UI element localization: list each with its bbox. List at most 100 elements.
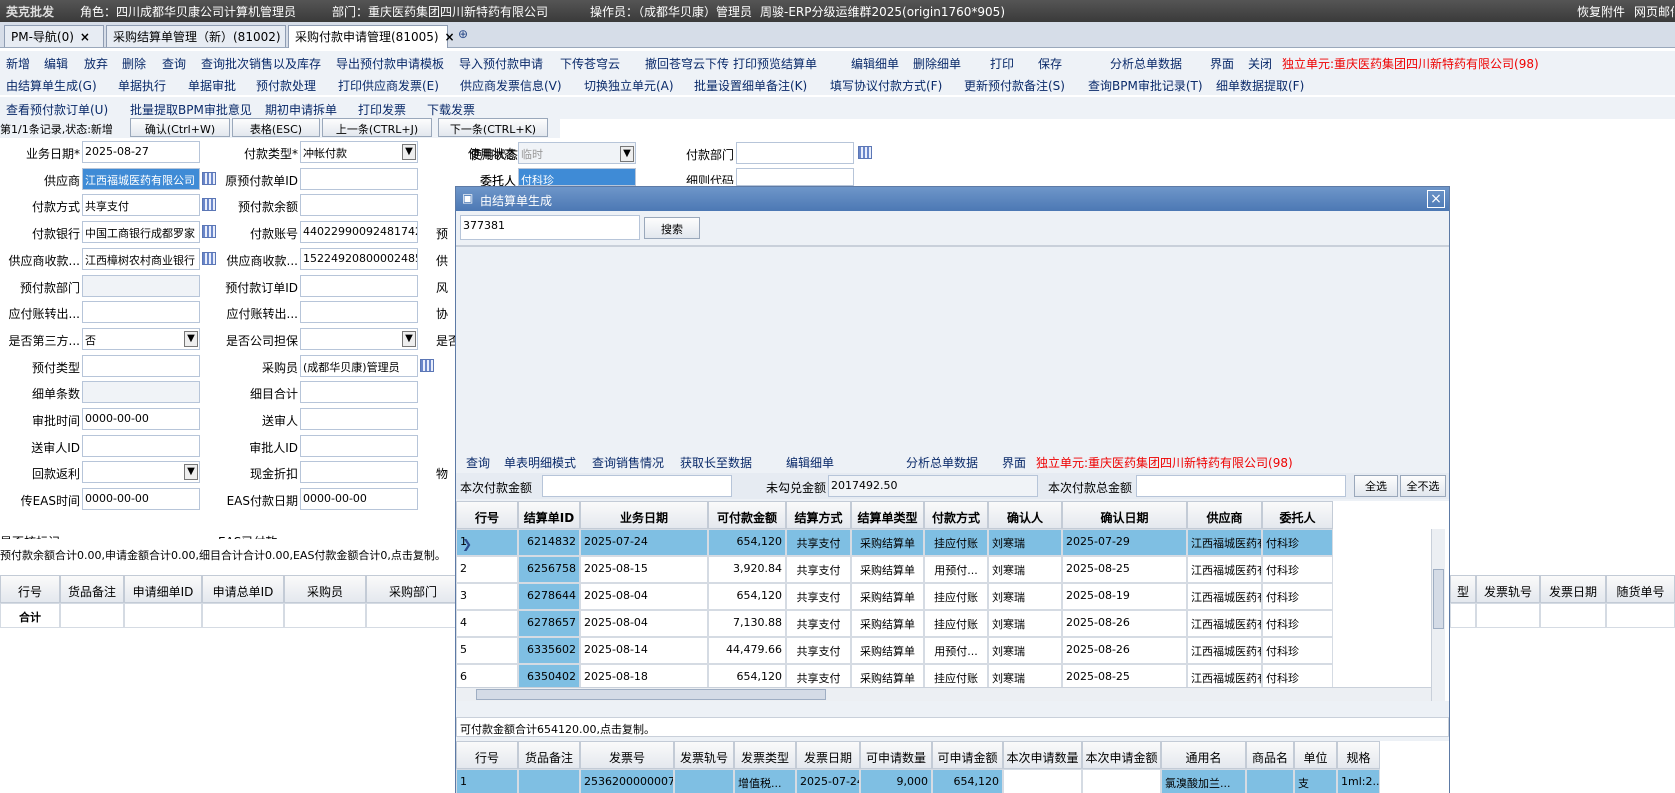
column-header[interactable]: 货品备注 xyxy=(518,741,580,769)
menu-item[interactable]: 打印供应商发票(E) xyxy=(338,77,439,94)
dialog-menu-item[interactable]: 编辑细单 xyxy=(786,454,834,471)
form-field[interactable] xyxy=(82,301,200,323)
column-header[interactable]: 发票类型 xyxy=(734,741,796,769)
search-input[interactable]: 377381 xyxy=(460,215,640,240)
form-field[interactable] xyxy=(736,142,854,164)
menu-item[interactable]: 保存 xyxy=(1038,55,1062,72)
column-header[interactable]: 付款方式 xyxy=(924,501,988,529)
form-field[interactable]: 152249208000024850 xyxy=(300,248,418,270)
column-header[interactable]: 单位 xyxy=(1294,741,1337,769)
form-field[interactable]: 4402299009248174265 xyxy=(300,221,418,243)
menu-item[interactable]: 分析总单数据 xyxy=(1110,55,1182,72)
select-none-button[interactable]: 全不选 xyxy=(1400,475,1446,497)
close-icon[interactable]: × xyxy=(445,30,455,44)
column-header[interactable]: 行号 xyxy=(456,741,518,769)
select-all-button[interactable]: 全选 xyxy=(1354,475,1398,497)
form-field[interactable] xyxy=(300,194,418,216)
column-header[interactable]: 发票号 xyxy=(580,741,674,769)
grid-status[interactable]: 可付款金额合计654120.00,点击复制。 xyxy=(456,717,1449,737)
pay-amount-input[interactable] xyxy=(542,475,732,497)
calendar-icon[interactable] xyxy=(420,359,434,372)
column-header[interactable]: 申请总单ID xyxy=(202,575,284,603)
menu-item[interactable]: 放弃 xyxy=(84,55,108,72)
column-header[interactable]: 行号 xyxy=(0,575,60,603)
form-field[interactable]: 江西樟树农村商业银行 xyxy=(82,248,200,270)
close-icon[interactable]: × xyxy=(1427,190,1445,208)
table-row[interactable]: 4 6278657 2025-08-04 7,130.88 共享支付 采购结算单 挂应付账刘… xyxy=(456,610,1416,637)
column-header[interactable]: 规格 xyxy=(1337,741,1380,769)
form-field[interactable]: 0000-00-00 xyxy=(300,488,418,510)
menu-item[interactable]: 撤回苍穹云下传 xyxy=(645,55,729,72)
menu-item[interactable]: 打印预览结算单 xyxy=(733,55,817,72)
form-field[interactable] xyxy=(300,381,418,403)
form-field[interactable]: 2025-08-27 xyxy=(82,141,200,163)
column-header[interactable]: 结算单类型 xyxy=(851,501,924,529)
form-field[interactable] xyxy=(82,275,200,297)
dialog-menu-item[interactable]: 分析总单数据 xyxy=(906,454,978,471)
search-button[interactable]: 搜索 xyxy=(644,217,700,239)
column-header[interactable]: 行号 xyxy=(456,501,518,529)
form-field[interactable]: 共享支付 xyxy=(82,194,200,216)
table-row[interactable]: 5 6335602 2025-08-14 44,479.66 共享支付 采购结算单 用预付.… xyxy=(456,637,1416,664)
column-header[interactable]: 可申请数量 xyxy=(860,741,932,769)
table-cell[interactable] xyxy=(1003,769,1082,793)
total-amount-input[interactable] xyxy=(1136,475,1346,497)
column-header[interactable]: 随货单号 xyxy=(1606,575,1675,603)
column-header[interactable]: 申请细单ID xyxy=(124,575,202,603)
form-field[interactable]: 江西福城医药有限公司 xyxy=(82,168,200,190)
horizontal-scrollbar[interactable] xyxy=(456,687,1431,701)
summary-text[interactable]: 预付款余额合计0.00,申请金额合计0.00,细目合计合计0.00,EAS付款金… xyxy=(0,547,460,565)
menu-item[interactable]: 查看预付款订单(U) xyxy=(6,101,108,118)
form-field[interactable]: 否 xyxy=(82,328,200,350)
vertical-scrollbar[interactable] xyxy=(1431,529,1445,701)
form-field[interactable] xyxy=(300,328,418,350)
menu-item[interactable]: 删除细单 xyxy=(913,55,961,72)
column-header[interactable]: 确认人 xyxy=(988,501,1062,529)
column-header[interactable]: 结算单ID xyxy=(518,501,580,529)
form-field[interactable] xyxy=(300,408,418,430)
menu-item[interactable]: 打印 xyxy=(990,55,1014,72)
menu-item[interactable]: 切换独立单元(A) xyxy=(584,77,674,94)
table-row[interactable]: 2 6256758 2025-08-15 3,920.84 共享支付 采购结算单 用预付..… xyxy=(456,556,1416,583)
menu-item[interactable]: 细单数据提取(F) xyxy=(1216,77,1304,94)
column-header[interactable]: 采购员 xyxy=(284,575,366,603)
dialog-menu-item[interactable]: 获取长至数据 xyxy=(680,454,752,471)
form-field[interactable]: 0000-00-00 xyxy=(82,488,200,510)
dropdown-arrow-icon[interactable]: ▼ xyxy=(402,144,416,160)
dialog-menu-item[interactable]: 界面 xyxy=(1002,454,1026,471)
menu-item[interactable]: 编辑细单 xyxy=(851,55,899,72)
column-header[interactable]: 委托人 xyxy=(1262,501,1333,529)
form-field[interactable]: 0000-00-00 xyxy=(82,408,200,430)
dialog-menu-item[interactable]: 单表明细模式 xyxy=(504,454,576,471)
menu-item[interactable]: 查询批次销售以及库存 xyxy=(201,55,321,72)
table-cell[interactable] xyxy=(1082,769,1161,793)
menu-item[interactable]: 导入预付款申请 xyxy=(459,55,543,72)
column-header[interactable]: 采购部门 xyxy=(366,575,460,603)
form-field[interactable] xyxy=(300,461,418,483)
column-header[interactable]: 本次申请数量 xyxy=(1003,741,1082,769)
pin-icon[interactable]: ⊕ xyxy=(458,27,468,41)
menu-item[interactable]: 更新预付款备注(S) xyxy=(964,77,1065,94)
table-row[interactable]: 3 6278644 2025-08-04 654,120 共享支付 采购结算单 挂应付账 刘寒… xyxy=(456,583,1416,610)
form-field[interactable] xyxy=(82,435,200,457)
form-field[interactable] xyxy=(300,435,418,457)
column-header[interactable]: 可付款金额 xyxy=(708,501,786,529)
menu-item[interactable]: 打印发票 xyxy=(358,101,406,118)
form-field[interactable] xyxy=(300,275,418,297)
menu-item[interactable]: 预付款处理 xyxy=(256,77,316,94)
menu-item[interactable]: 由结算单生成(G) xyxy=(6,77,97,94)
form-field[interactable]: 中国工商银行成都罗家 xyxy=(82,221,200,243)
menu-item[interactable]: 界面 xyxy=(1210,55,1234,72)
webmail-link[interactable]: 网页邮件 xyxy=(1634,3,1674,20)
dropdown-arrow-icon[interactable]: ▼ xyxy=(620,146,634,162)
restore-link[interactable]: 恢复附件 xyxy=(1577,3,1625,20)
menu-item[interactable]: 新增 xyxy=(6,55,30,72)
menu-item[interactable]: 编辑 xyxy=(44,55,68,72)
dropdown-arrow-icon[interactable]: ▼ xyxy=(184,331,198,347)
menu-item[interactable]: 单据审批 xyxy=(188,77,236,94)
menu-item[interactable]: 查询 xyxy=(162,55,186,72)
column-header[interactable]: 结算方式 xyxy=(786,501,851,529)
column-header[interactable]: 发票日期 xyxy=(1540,575,1606,603)
menu-item[interactable]: 期初申请拆单 xyxy=(265,101,337,118)
form-field[interactable] xyxy=(82,461,200,483)
